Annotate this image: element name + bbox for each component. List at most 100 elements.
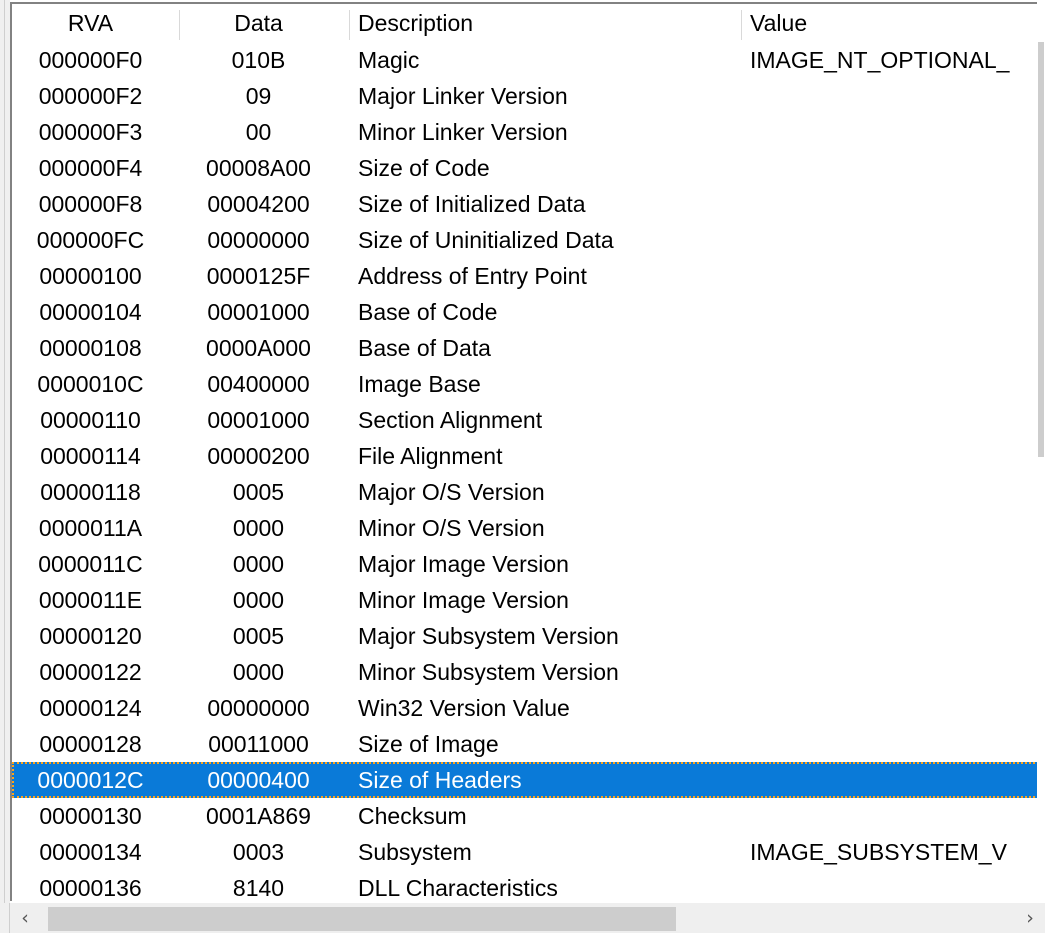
cell-description: Win32 Version Value: [358, 695, 570, 721]
cell-rva: 0000010C: [37, 371, 144, 397]
cell-value: [742, 258, 1043, 294]
table-row[interactable]: 00000108 0000A000 Base of Data: [12, 330, 1043, 366]
cell-rva: 000000FC: [36, 227, 145, 253]
cell-description: Size of Uninitialized Data: [358, 227, 614, 253]
table-row[interactable]: 000000F2 09 Major Linker Version: [12, 78, 1043, 114]
cell-rva: 00000120: [39, 623, 142, 649]
cell-description: Size of Code: [358, 155, 490, 181]
cell-data: 0003: [232, 839, 285, 865]
cell-value: [742, 222, 1043, 258]
cell-data: 00011000: [208, 731, 309, 757]
listview-header-row[interactable]: RVA Data Description Value: [12, 4, 1043, 42]
table-row[interactable]: 00000114 00000200 File Alignment: [12, 438, 1043, 474]
vertical-scrollbar[interactable]: [1037, 2, 1045, 901]
table-row[interactable]: 00000124 00000000 Win32 Version Value: [12, 690, 1043, 726]
cell-value: [742, 654, 1043, 690]
table-row[interactable]: 00000136 8140 DLL Characteristics: [12, 870, 1043, 901]
table-row[interactable]: 00000104 00001000 Base of Code: [12, 294, 1043, 330]
cell-data: 0000125F: [206, 263, 311, 289]
cell-value: [742, 870, 1043, 901]
cell-description: Size of Image: [358, 731, 499, 757]
cell-rva: 000000F2: [38, 83, 143, 109]
listview-body[interactable]: 000000F0 010B Magic IMAGE_NT_OPTIONAL_ 00000…: [12, 42, 1043, 901]
cell-value: IMAGE_SUBSYSTEM_V: [750, 839, 1007, 865]
scroll-left-arrow-icon[interactable]: ‹: [10, 903, 40, 933]
cell-value: [742, 78, 1043, 114]
scrollbar-corner: [0, 903, 10, 933]
cell-description: Minor Image Version: [358, 587, 569, 613]
table-row[interactable]: 0000012C 00000400 Size of Headers: [12, 762, 1043, 798]
table-row[interactable]: 00000122 0000 Minor Subsystem Version: [12, 654, 1043, 690]
table-row[interactable]: 0000011C 0000 Major Image Version: [12, 546, 1043, 582]
cell-rva: 00000128: [39, 731, 142, 757]
cell-description: Major Image Version: [358, 551, 569, 577]
table-row[interactable]: 0000011E 0000 Minor Image Version: [12, 582, 1043, 618]
cell-data: 0005: [232, 479, 285, 505]
column-header-data[interactable]: Data: [180, 4, 337, 42]
table-row[interactable]: 000000FC 00000000 Size of Uninitialized Da…: [12, 222, 1043, 258]
table-row[interactable]: 00000118 0005 Major O/S Version: [12, 474, 1043, 510]
cell-description: File Alignment: [358, 443, 503, 469]
cell-description: Major Subsystem Version: [358, 623, 619, 649]
table-row[interactable]: 00000134 0003 Subsystem IMAGE_SUBSYSTEM_V: [12, 834, 1043, 870]
table-row[interactable]: 0000011A 0000 Minor O/S Version: [12, 510, 1043, 546]
cell-rva: 00000114: [40, 443, 141, 469]
cell-rva: 000000F4: [38, 155, 143, 181]
cell-rva: 00000130: [39, 803, 142, 829]
column-header-rva[interactable]: RVA: [12, 4, 169, 42]
cell-rva: 0000011E: [38, 587, 143, 613]
cell-data: 010B: [231, 47, 286, 73]
cell-description: Base of Data: [358, 335, 491, 361]
cell-data: 00000000: [207, 227, 310, 253]
cell-description: Subsystem: [358, 839, 472, 865]
cell-data: 00001000: [207, 299, 310, 325]
cell-value: [742, 114, 1043, 150]
cell-data: 0005: [232, 623, 285, 649]
cell-value: [742, 474, 1043, 510]
cell-value: [742, 438, 1043, 474]
table-row[interactable]: 00000130 0001A869 Checksum: [12, 798, 1043, 834]
cell-value: [742, 186, 1043, 222]
vertical-scrollbar-thumb[interactable]: [1038, 42, 1044, 457]
table-row[interactable]: 000000F0 010B Magic IMAGE_NT_OPTIONAL_: [12, 42, 1043, 78]
table-row[interactable]: 00000110 00001000 Section Alignment: [12, 402, 1043, 438]
cell-data: 0000: [232, 659, 285, 685]
cell-value: [742, 294, 1043, 330]
cell-data: 00: [245, 119, 272, 145]
table-row[interactable]: 000000F4 00008A00 Size of Code: [12, 150, 1043, 186]
table-row[interactable]: 0000010C 00400000 Image Base: [12, 366, 1043, 402]
cell-value: IMAGE_NT_OPTIONAL_: [750, 47, 1010, 73]
table-row[interactable]: 000000F3 00 Minor Linker Version: [12, 114, 1043, 150]
cell-rva: 000000F3: [38, 119, 143, 145]
header-fields-listview[interactable]: RVA Data Description Value 000000F0 010B M…: [10, 2, 1043, 901]
cell-description: Magic: [358, 47, 420, 73]
cell-description: Section Alignment: [358, 407, 543, 433]
cell-rva: 0000012C: [37, 767, 144, 793]
cell-data: 00400000: [207, 371, 310, 397]
cell-value: [742, 726, 1043, 762]
cell-rva: 0000011C: [38, 551, 143, 577]
cell-data: 00008A00: [206, 155, 311, 181]
column-header-value[interactable]: Value: [742, 4, 1043, 42]
table-row[interactable]: 00000100 0000125F Address of Entry Point: [12, 258, 1043, 294]
table-row[interactable]: 00000120 0005 Major Subsystem Version: [12, 618, 1043, 654]
cell-rva: 000000F0: [38, 47, 143, 73]
cell-description: Minor Subsystem Version: [358, 659, 619, 685]
horizontal-scrollbar-thumb[interactable]: [48, 907, 676, 931]
horizontal-scrollbar[interactable]: ‹ ›: [10, 903, 1045, 933]
cell-description: Image Base: [358, 371, 481, 397]
table-row[interactable]: 000000F8 00004200 Size of Initialized Data: [12, 186, 1043, 222]
table-row[interactable]: 00000128 00011000 Size of Image: [12, 726, 1043, 762]
scroll-right-arrow-icon[interactable]: ›: [1015, 903, 1045, 933]
cell-description: Base of Code: [358, 299, 498, 325]
cell-data: 0000: [232, 515, 285, 541]
column-header-description[interactable]: Description: [350, 4, 740, 42]
cell-value: [742, 618, 1043, 654]
cell-data: 00004200: [207, 191, 310, 217]
cell-rva: 00000108: [39, 335, 142, 361]
cell-description: Address of Entry Point: [358, 263, 587, 289]
cell-data: 0000: [232, 587, 285, 613]
cell-description: Size of Initialized Data: [358, 191, 586, 217]
cell-rva: 00000100: [39, 263, 142, 289]
cell-value: [742, 762, 1043, 798]
